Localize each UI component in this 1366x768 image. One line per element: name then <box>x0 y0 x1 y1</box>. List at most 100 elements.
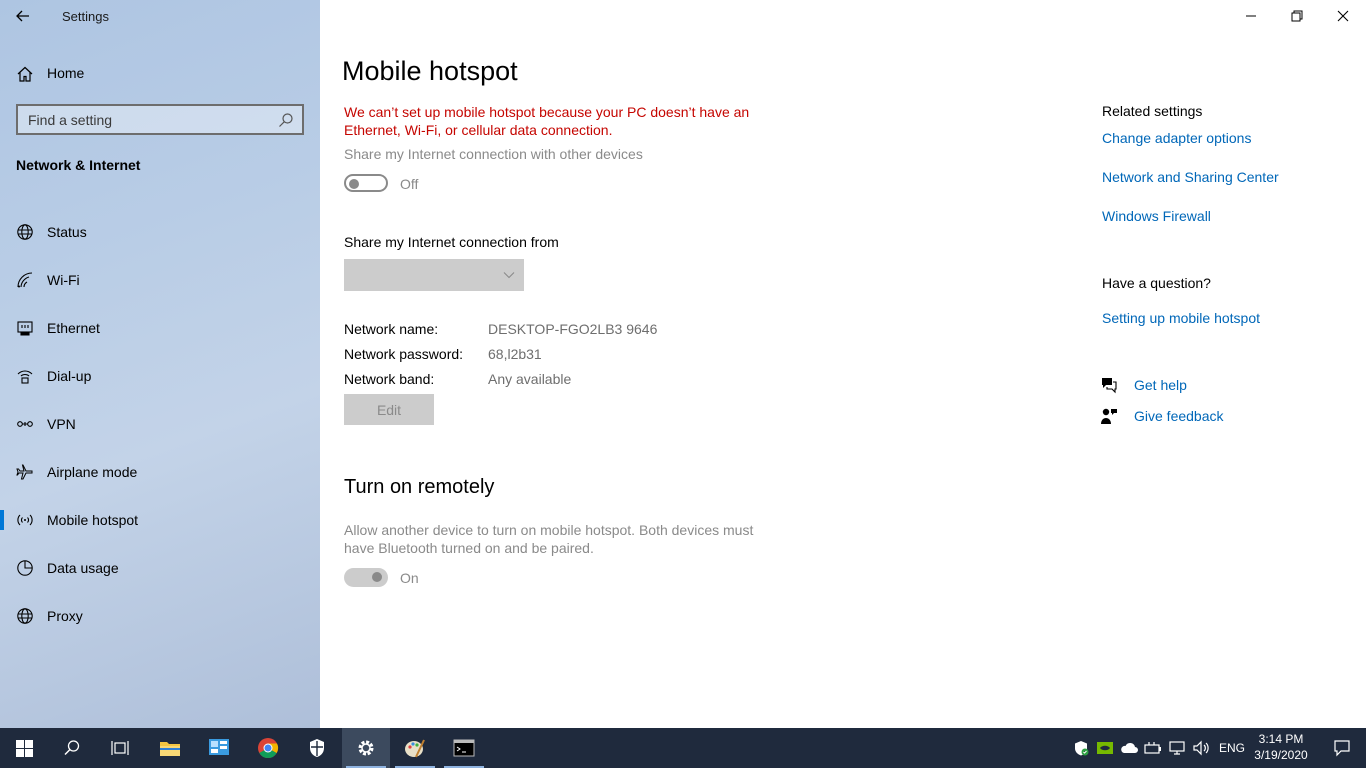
settings-taskbar-button[interactable] <box>342 728 390 768</box>
back-button[interactable] <box>8 2 38 30</box>
volume-tray-icon[interactable] <box>1192 738 1210 758</box>
sidebar-item-ethernet[interactable]: Ethernet <box>0 304 320 352</box>
windows-firewall-link[interactable]: Windows Firewall <box>1102 208 1211 224</box>
windows-logo-icon <box>15 739 33 757</box>
control-panel-button[interactable] <box>195 728 243 768</box>
get-help-label: Get help <box>1134 377 1187 393</box>
chrome-button[interactable] <box>244 728 292 768</box>
sidebar-item-vpn[interactable]: VPN <box>0 400 320 448</box>
command-prompt-button[interactable] <box>440 728 488 768</box>
taskbar: ENG 3:14 PM 3/19/2020 <box>0 728 1366 768</box>
speaker-icon <box>1193 740 1209 756</box>
ethernet-icon <box>16 319 34 337</box>
battery-plug-icon <box>1144 742 1161 754</box>
toggle-knob <box>349 179 359 189</box>
share-connection-toggle[interactable] <box>344 174 388 192</box>
clock[interactable]: 3:14 PM 3/19/2020 <box>1248 731 1314 763</box>
nvidia-tray-icon[interactable] <box>1096 738 1114 758</box>
gear-icon <box>358 740 374 756</box>
sidebar-item-proxy[interactable]: Proxy <box>0 592 320 640</box>
section-title: Network & Internet <box>16 157 141 173</box>
back-arrow-icon <box>16 10 29 22</box>
share-from-label: Share my Internet connection from <box>344 234 559 250</box>
search-icon <box>64 740 80 756</box>
restore-icon <box>1291 10 1303 22</box>
share-connection-label: Share my Internet connection with other … <box>344 146 643 162</box>
network-sharing-center-link[interactable]: Network and Sharing Center <box>1102 169 1279 185</box>
search-input[interactable]: Find a setting <box>16 104 304 135</box>
sidebar-item-label: Data usage <box>47 560 119 576</box>
data-usage-icon <box>16 559 34 577</box>
vpn-icon <box>16 415 34 433</box>
network-tray-icon[interactable] <box>1168 738 1186 758</box>
folder-icon <box>160 742 180 756</box>
restore-button[interactable] <box>1274 0 1320 32</box>
remote-section-title: Turn on remotely <box>344 476 495 498</box>
defender-tray-icon[interactable] <box>1072 738 1090 758</box>
power-tray-icon[interactable] <box>1144 738 1162 758</box>
home-icon <box>17 66 33 82</box>
main-content: Mobile hotspot We can’t set up mobile ho… <box>320 0 1366 728</box>
chrome-icon <box>258 738 279 759</box>
onedrive-tray-icon[interactable] <box>1120 738 1138 758</box>
network-name-value: DESKTOP-FGO2LB3 9646 <box>488 321 658 337</box>
page-title: Mobile hotspot <box>342 56 518 86</box>
paint-button[interactable] <box>391 728 439 768</box>
sidebar-item-airplane-mode[interactable]: Airplane mode <box>0 448 320 496</box>
sidebar-item-label: VPN <box>47 416 76 432</box>
sidebar-item-mobile-hotspot[interactable]: Mobile hotspot <box>0 496 320 544</box>
minimize-button[interactable] <box>1228 0 1274 32</box>
language-indicator[interactable]: ENG <box>1219 741 1245 755</box>
sidebar-item-label: Airplane mode <box>47 464 138 480</box>
search-taskbar-button[interactable] <box>48 728 96 768</box>
question-heading: Have a question? <box>1102 275 1211 291</box>
share-from-dropdown[interactable] <box>344 259 524 291</box>
minimize-icon <box>1246 15 1256 17</box>
chevron-down-icon <box>503 272 515 279</box>
remote-toggle-state: On <box>400 570 419 586</box>
security-button[interactable] <box>293 728 341 768</box>
sidebar-item-home[interactable]: Home <box>0 58 320 88</box>
hotspot-icon <box>16 511 34 529</box>
sidebar-item-label: Ethernet <box>47 320 100 336</box>
help-chat-icon <box>1102 378 1117 394</box>
network-password-label: Network password: <box>344 346 464 362</box>
sidebar-item-status[interactable]: Status <box>0 208 320 256</box>
sidebar-nav: Status Wi-Fi Ethernet Dial-up VPN Airpla… <box>0 208 320 640</box>
sidebar-item-label: Mobile hotspot <box>47 512 139 528</box>
nvidia-icon <box>1097 742 1113 754</box>
sidebar-item-label: Status <box>47 224 87 240</box>
sidebar-item-label: Wi-Fi <box>47 272 80 288</box>
task-view-icon <box>111 741 129 755</box>
clock-date: 3/19/2020 <box>1254 748 1308 762</box>
setting-up-hotspot-link[interactable]: Setting up mobile hotspot <box>1102 310 1260 326</box>
network-band-value: Any available <box>488 371 572 387</box>
sidebar-item-data-usage[interactable]: Data usage <box>0 544 320 592</box>
sidebar-item-dialup[interactable]: Dial-up <box>0 352 320 400</box>
globe-icon <box>16 607 34 625</box>
sidebar-item-label: Dial-up <box>47 368 92 384</box>
paint-icon <box>405 739 425 758</box>
file-explorer-button[interactable] <box>146 728 194 768</box>
shield-icon <box>310 739 324 757</box>
shield-check-icon <box>1075 741 1089 756</box>
close-button[interactable] <box>1320 0 1366 32</box>
action-center-button[interactable] <box>1318 728 1366 768</box>
related-settings-heading: Related settings <box>1102 103 1203 119</box>
toggle-knob <box>372 572 382 582</box>
globe-icon <box>16 223 34 241</box>
start-button[interactable] <box>0 728 48 768</box>
edit-button[interactable]: Edit <box>344 394 434 425</box>
sidebar-titlebar: Settings <box>0 0 320 32</box>
settings-sidebar: Settings Home Find a setting Network & I… <box>0 0 320 728</box>
change-adapter-options-link[interactable]: Change adapter options <box>1102 130 1251 146</box>
wifi-icon <box>16 271 34 289</box>
clock-time: 3:14 PM <box>1258 732 1304 746</box>
control-panel-icon <box>209 739 229 755</box>
feedback-icon <box>1101 408 1117 424</box>
remote-toggle[interactable] <box>344 568 388 587</box>
sidebar-item-wifi[interactable]: Wi-Fi <box>0 256 320 304</box>
task-view-button[interactable] <box>96 728 144 768</box>
give-feedback-label: Give feedback <box>1134 408 1224 424</box>
search-placeholder: Find a setting <box>28 112 113 128</box>
